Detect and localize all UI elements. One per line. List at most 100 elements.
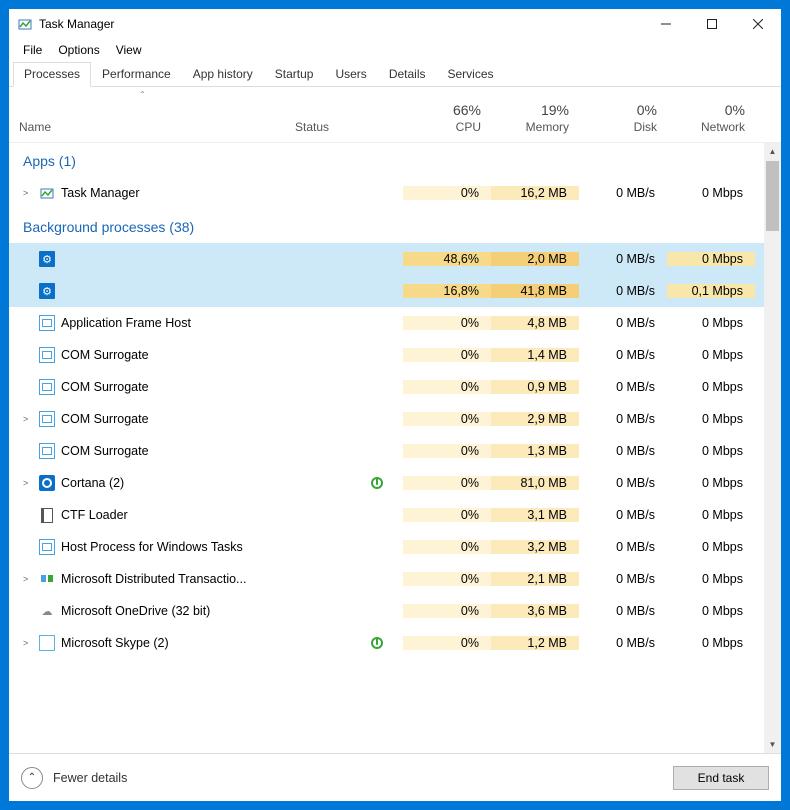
net-cell: 0 Mbps [667, 476, 755, 490]
column-header-network[interactable]: 0% Network [667, 96, 755, 142]
cpu-total-pct: 66% [413, 102, 481, 118]
process-name: Microsoft Skype (2) [61, 636, 169, 650]
expand-chevron-icon[interactable]: > [23, 478, 33, 488]
disk-cell: 0 MB/s [579, 444, 667, 458]
process-row[interactable]: >Microsoft OneDrive (32 bit)0%3,6 MB0 MB… [9, 595, 781, 627]
expand-chevron-icon[interactable]: > [23, 574, 33, 584]
disk-cell: 0 MB/s [579, 380, 667, 394]
maximize-button[interactable] [689, 9, 735, 39]
process-row[interactable]: >Application Frame Host0%4,8 MB0 MB/s0 M… [9, 307, 781, 339]
group-header[interactable]: Background processes (38) [9, 209, 781, 243]
mem-cell: 1,3 MB [491, 444, 579, 458]
column-header-status[interactable]: Status [285, 114, 403, 142]
cpu-cell: 0% [403, 572, 491, 586]
disk-cell: 0 MB/s [579, 476, 667, 490]
menu-options[interactable]: Options [50, 41, 107, 59]
fewer-details-button[interactable]: ⌃ Fewer details [21, 767, 127, 789]
skype-icon [39, 635, 55, 651]
mem-cell: 2,1 MB [491, 572, 579, 586]
process-row[interactable]: >COM Surrogate0%1,3 MB0 MB/s0 Mbps [9, 435, 781, 467]
scroll-down-icon[interactable]: ▼ [764, 736, 781, 753]
network-total-pct: 0% [677, 102, 745, 118]
window-icon [39, 443, 55, 459]
process-row[interactable]: >COM Surrogate0%1,4 MB0 MB/s0 Mbps [9, 339, 781, 371]
sort-caret-icon: ⌃ [139, 90, 146, 99]
fewer-details-label: Fewer details [53, 771, 127, 785]
column-header-disk[interactable]: 0%Disk [579, 96, 667, 142]
tab-app-history[interactable]: App history [182, 62, 264, 87]
mem-cell: 4,8 MB [491, 316, 579, 330]
process-row[interactable]: >Microsoft Skype (2)0%1,2 MB0 MB/s0 Mbps [9, 627, 781, 659]
minimize-button[interactable] [643, 9, 689, 39]
task-manager-window: Task Manager FileOptionsView ProcessesPe… [8, 8, 782, 802]
column-header-cpu[interactable]: 66% CPU [403, 96, 491, 142]
tab-performance[interactable]: Performance [91, 62, 182, 87]
process-row[interactable]: >COM Surrogate0%2,9 MB0 MB/s0 Mbps [9, 403, 781, 435]
disk-cell: 0 MB/s [579, 508, 667, 522]
column-label: CPU [413, 120, 481, 134]
column-label: Network [677, 120, 745, 134]
gear-icon: ⚙ [39, 251, 55, 267]
process-name: Host Process for Windows Tasks [61, 540, 243, 554]
mem-cell: 2,9 MB [491, 412, 579, 426]
tab-startup[interactable]: Startup [264, 62, 325, 87]
net-cell: 0 Mbps [667, 540, 755, 554]
menu-file[interactable]: File [15, 41, 50, 59]
column-header-name[interactable]: Name [9, 114, 285, 142]
disk-cell: 0 MB/s [579, 572, 667, 586]
ctf-loader-icon [39, 507, 55, 523]
cpu-cell: 0% [403, 186, 491, 200]
column-label: Status [295, 120, 393, 134]
titlebar[interactable]: Task Manager [9, 9, 781, 39]
cpu-cell: 0% [403, 636, 491, 650]
process-row[interactable]: >⚙16,8%41,8 MB0 MB/s0,1 Mbps [9, 275, 781, 307]
status-cell [285, 477, 403, 489]
process-row[interactable]: >Task Manager0%16,2 MB0 MB/s0 Mbps [9, 177, 781, 209]
scroll-up-icon[interactable]: ▲ [764, 143, 781, 160]
process-row[interactable]: >Host Process for Windows Tasks0%3,2 MB0… [9, 531, 781, 563]
disk-cell: 0 MB/s [579, 186, 667, 200]
expand-chevron-icon[interactable]: > [23, 638, 33, 648]
process-name: Application Frame Host [61, 316, 191, 330]
vertical-scrollbar[interactable]: ▲ ▼ [764, 143, 781, 753]
tab-users[interactable]: Users [324, 62, 377, 87]
suspended-leaf-icon [371, 637, 383, 649]
menu-view[interactable]: View [108, 41, 150, 59]
tab-services[interactable]: Services [437, 62, 505, 87]
column-header-memory[interactable]: 19%Memory [491, 96, 579, 142]
cpu-cell: 0% [403, 316, 491, 330]
cpu-cell: 0% [403, 348, 491, 362]
mem-cell: 1,4 MB [491, 348, 579, 362]
process-row[interactable]: >⚙48,6%2,0 MB0 MB/s0 Mbps [9, 243, 781, 275]
process-name: COM Surrogate [61, 412, 149, 426]
net-cell: 0 Mbps [667, 348, 755, 362]
process-name: Task Manager [61, 186, 140, 200]
end-task-button[interactable]: End task [673, 766, 769, 790]
expand-chevron-icon[interactable]: > [23, 188, 33, 198]
process-row[interactable]: > Microsoft Distributed Transactio... 0%2,… [9, 563, 781, 595]
cpu-cell: 0% [403, 540, 491, 554]
status-cell [285, 637, 403, 649]
scroll-thumb[interactable] [766, 161, 779, 231]
close-button[interactable] [735, 9, 781, 39]
disk-cell: 0 MB/s [579, 348, 667, 362]
process-row[interactable]: >COM Surrogate0%0,9 MB0 MB/s0 Mbps [9, 371, 781, 403]
net-cell: 0 Mbps [667, 316, 755, 330]
expand-chevron-icon[interactable]: > [23, 414, 33, 424]
net-cell: 0 Mbps [667, 636, 755, 650]
process-name: Microsoft Distributed Transactio... [61, 572, 246, 586]
disk-total-pct: 0% [589, 102, 657, 118]
window-icon [39, 315, 55, 331]
process-row[interactable]: >Cortana (2)0%81,0 MB0 MB/s0 Mbps [9, 467, 781, 499]
process-row[interactable]: >CTF Loader0%3,1 MB0 MB/s0 Mbps [9, 499, 781, 531]
process-name: COM Surrogate [61, 348, 149, 362]
disk-cell: 0 MB/s [579, 540, 667, 554]
net-cell: 0 Mbps [667, 572, 755, 586]
tab-details[interactable]: Details [378, 62, 437, 87]
tab-processes[interactable]: Processes [13, 62, 91, 87]
cpu-cell: 0% [403, 412, 491, 426]
group-header[interactable]: Apps (1) [9, 143, 781, 177]
disk-cell: 0 MB/s [579, 412, 667, 426]
process-name: COM Surrogate [61, 444, 149, 458]
mem-cell: 3,6 MB [491, 604, 579, 618]
